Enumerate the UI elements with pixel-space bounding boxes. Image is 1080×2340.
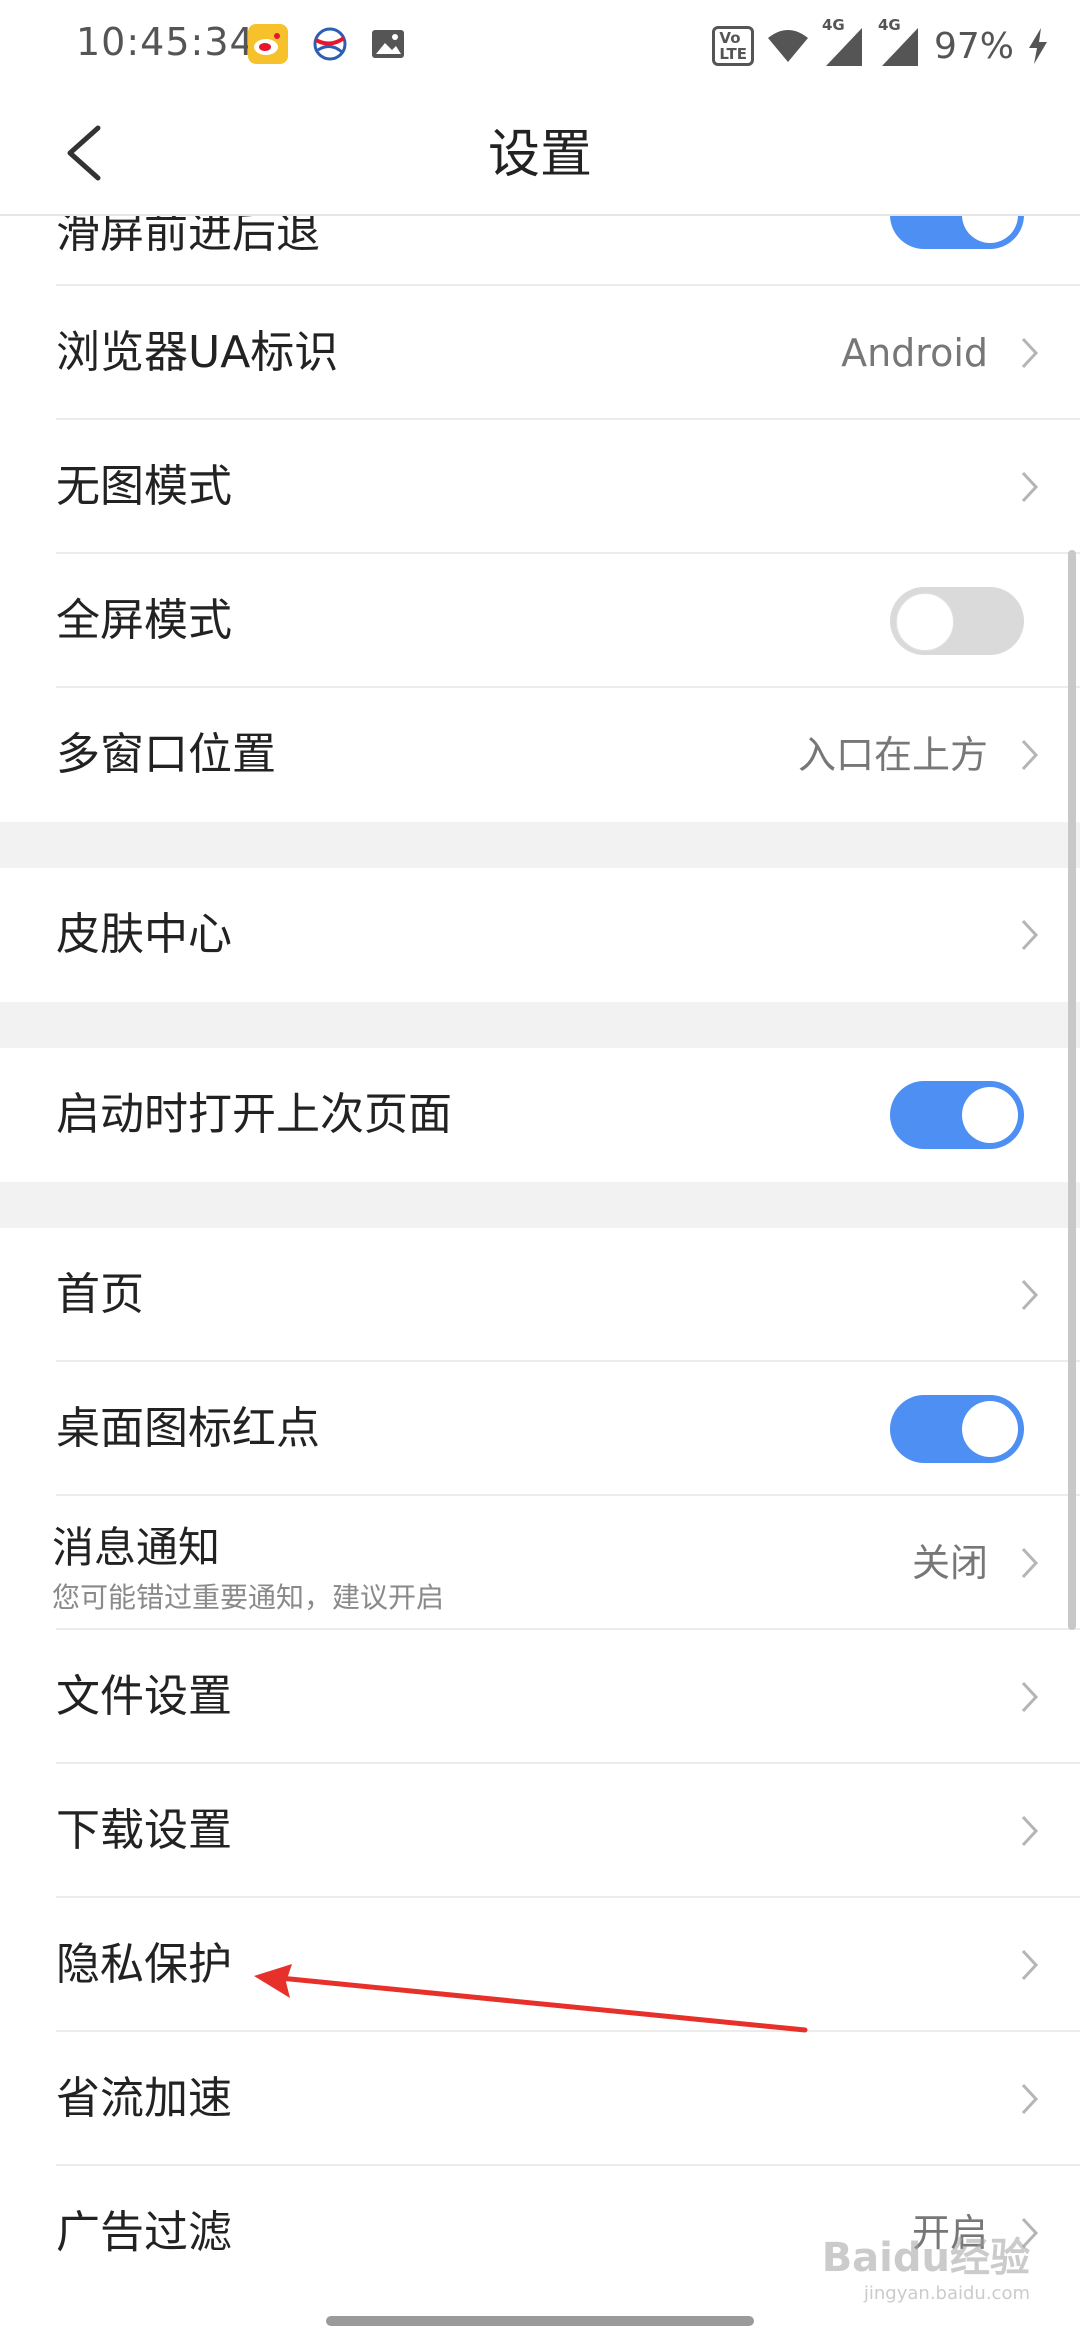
setting-subtitle: 您可能错过重要通知，建议开启 xyxy=(52,1581,445,1614)
setting-swipe-navigation[interactable]: 滑屏前进后退 xyxy=(0,214,1080,286)
wifi-icon xyxy=(767,30,808,62)
status-indicators: Vo LTE 4G 4G 97% xyxy=(712,16,1050,74)
battery-level: 97% xyxy=(933,25,1014,67)
setting-restore-last-page[interactable]: 启动时打开上次页面 xyxy=(0,1048,1080,1182)
volte-icon: Vo LTE xyxy=(712,26,754,66)
watermark-url: jingyan.baidu.com xyxy=(863,2283,1030,2304)
signal-icon-2: 4G xyxy=(878,16,922,68)
setting-notifications[interactable]: 消息通知 您可能错过重要通知，建议开启 关闭 xyxy=(0,1496,1080,1630)
setting-label: 全屏模式 xyxy=(56,595,232,646)
setting-label: 皮肤中心 xyxy=(56,909,232,960)
setting-label: 首页 xyxy=(56,1269,144,1320)
setting-label: 下载设置 xyxy=(56,1805,232,1856)
setting-fullscreen-mode[interactable]: 全屏模式 xyxy=(0,554,1080,688)
swipe-navigation-toggle[interactable] xyxy=(890,214,1024,249)
chevron-right-icon xyxy=(1021,1949,1039,1981)
setting-label: 启动时打开上次页面 xyxy=(56,1089,452,1140)
setting-no-image-mode[interactable]: 无图模式 xyxy=(0,420,1080,554)
setting-label: 隐私保护 xyxy=(56,1939,232,1990)
setting-data-saver[interactable]: 省流加速 xyxy=(0,2032,1080,2166)
toggle-knob xyxy=(962,214,1018,243)
section-gap xyxy=(0,1002,1080,1048)
chevron-right-icon xyxy=(1021,919,1039,951)
restore-last-page-toggle[interactable] xyxy=(890,1081,1024,1149)
app-header: 设置 xyxy=(0,92,1080,216)
setting-label: 多窗口位置 xyxy=(56,729,276,780)
toggle-knob xyxy=(896,593,954,651)
watermark-text: Baidu经验 xyxy=(821,2235,1030,2281)
chevron-right-icon xyxy=(1021,1815,1039,1847)
status-time: 10:45:34 xyxy=(76,20,255,64)
setting-file-settings[interactable]: 文件设置 xyxy=(0,1630,1080,1764)
setting-value: 入口在上方 xyxy=(797,733,988,777)
watermark: Baidu经验 jingyan.baidu.com xyxy=(822,2225,1030,2304)
ball-app-icon xyxy=(313,27,347,61)
setting-homepage[interactable]: 首页 xyxy=(0,1228,1080,1362)
section-gap xyxy=(0,1182,1080,1228)
setting-skin-center[interactable]: 皮肤中心 xyxy=(0,868,1080,1002)
setting-label: 桌面图标红点 xyxy=(56,1403,320,1454)
setting-desktop-badge[interactable]: 桌面图标红点 xyxy=(0,1362,1080,1496)
weibo-icon xyxy=(248,24,288,64)
signal-icon-1: 4G xyxy=(822,16,866,68)
fullscreen-toggle[interactable] xyxy=(890,587,1024,655)
chevron-right-icon xyxy=(1021,471,1039,503)
setting-label: 滑屏前进后退 xyxy=(56,214,320,258)
status-bar: 10:45:34 Vo LTE 4G 4G 97% xyxy=(0,0,1080,92)
setting-label: 文件设置 xyxy=(56,1671,232,1722)
toggle-knob xyxy=(962,1087,1018,1143)
setting-value: Android xyxy=(841,331,988,375)
scrollbar[interactable] xyxy=(1068,550,1076,1630)
toggle-knob xyxy=(962,1401,1018,1457)
chevron-right-icon xyxy=(1021,1681,1039,1713)
desktop-badge-toggle[interactable] xyxy=(890,1395,1024,1463)
setting-download-settings[interactable]: 下载设置 xyxy=(0,1764,1080,1898)
chevron-right-icon xyxy=(1021,1279,1039,1311)
home-indicator[interactable] xyxy=(326,2316,754,2326)
setting-multiwindow-position[interactable]: 多窗口位置 入口在上方 xyxy=(0,688,1080,822)
setting-value: 关闭 xyxy=(911,1541,988,1585)
setting-browser-ua[interactable]: 浏览器UA标识 Android xyxy=(0,286,1080,420)
gallery-icon xyxy=(372,30,404,58)
chevron-right-icon xyxy=(1021,739,1039,771)
page-title: 设置 xyxy=(487,125,592,185)
setting-label: 消息通知 xyxy=(52,1523,221,1572)
setting-label: 广告过滤 xyxy=(56,2207,232,2258)
setting-label: 无图模式 xyxy=(56,461,232,512)
chevron-right-icon xyxy=(1021,2083,1039,2115)
section-gap xyxy=(0,822,1080,868)
chevron-right-icon xyxy=(1021,1547,1039,1579)
setting-label: 浏览器UA标识 xyxy=(56,327,339,378)
setting-label: 省流加速 xyxy=(56,2073,232,2124)
charging-icon xyxy=(1029,28,1047,64)
annotation-arrow-icon xyxy=(254,1964,808,2033)
chevron-right-icon xyxy=(1021,337,1039,369)
